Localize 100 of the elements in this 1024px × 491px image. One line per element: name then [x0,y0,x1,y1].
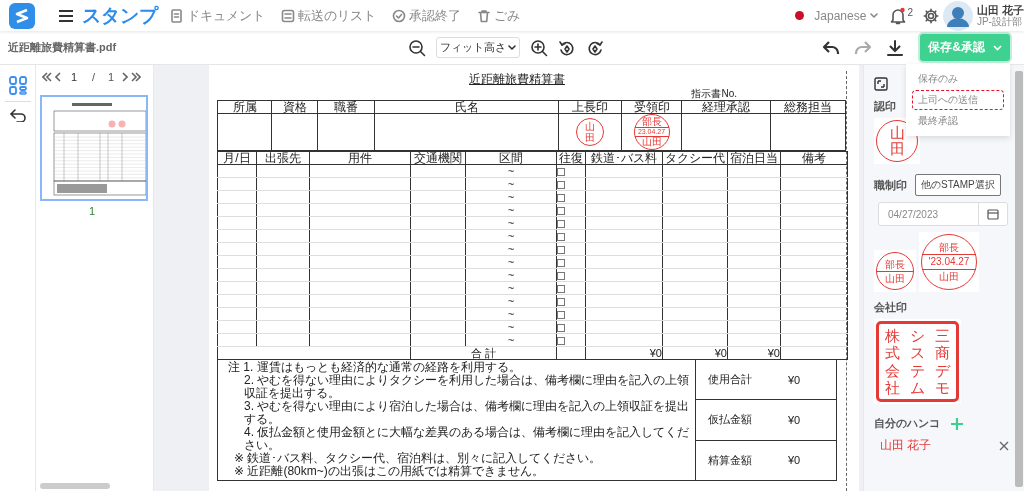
route-separator: ~ [507,243,515,255]
nav-link[interactable]: 承認終了 [392,6,461,25]
settings-icon[interactable] [922,7,939,24]
language-select[interactable]: Japanese [814,8,879,23]
route-separator: ~ [507,165,515,177]
select-stamp-button[interactable]: 他のSTAMP選択 [915,174,1001,196]
nav-link[interactable]: 転送のリスト [281,6,376,25]
column-header: 出張先 [256,151,310,165]
menu-item[interactable]: 上司への送信 [912,90,1004,110]
column-header: 用件 [309,151,411,165]
checkbox[interactable] [557,311,565,320]
total-value: ¥0 [767,347,780,359]
checkbox[interactable] [557,194,565,203]
note-text: ※ 近距離(80km~)の出張はこの用紙では精算できません。 [233,465,545,478]
page-number: 1 [87,205,97,217]
menu-icon[interactable] [58,8,74,23]
route-separator: ~ [507,230,515,242]
redo-icon[interactable] [854,39,873,56]
trash-icon [477,8,491,23]
total-value: ¥0 [714,347,727,359]
date-field[interactable]: 04/27/2023 [878,202,1008,226]
summary-label: 仮払金額 [708,412,753,428]
menu-item[interactable]: 保存のみ [912,69,1004,89]
table-header: 総務担当 [770,100,846,114]
table-header: 所属 [217,100,272,114]
first-page-icon[interactable] [42,72,52,82]
checkbox[interactable] [557,207,565,216]
file-name: 近距離旅費精算書.pdf [8,40,117,55]
note-text: 4. 仮払金額と使用金額とに大幅な差異のある場合は、備考欄に理由を記入してください。 [243,426,691,452]
table-header: 上長印 [558,100,622,114]
rotate-left-icon[interactable] [558,38,576,57]
bell-icon[interactable] [890,6,907,25]
chevron-down-icon [993,44,1002,51]
undo-icon[interactable] [822,39,841,56]
column-header: 往復 [556,151,586,165]
checkbox[interactable] [557,324,565,333]
checkbox[interactable] [557,298,565,307]
route-separator: ~ [507,204,515,216]
note-text: ※ 鉄道･バス料、タクシー代、宿泊料は、別々に記入してください。 [233,452,603,465]
previous-page-icon[interactable] [55,72,61,82]
company-seal-stamp[interactable]: 株式会社 システム 三商デモ [876,321,959,402]
rotate-right-icon[interactable] [586,38,604,57]
table-header: 氏名 [374,100,559,114]
checkbox[interactable] [557,272,565,281]
scrollbar[interactable] [1015,71,1023,487]
notification-count: 2 [907,6,913,18]
close-icon[interactable] [999,440,1009,451]
hanko-name[interactable]: 山田 花子 [874,437,932,454]
route-separator: ~ [507,308,515,320]
calendar-icon[interactable] [987,208,999,220]
nav-link[interactable]: ごみ [477,6,520,25]
column-header: 区間 [465,151,557,165]
summary-label: 精算金額 [708,452,753,468]
page-total: 1 [107,71,116,83]
next-page-icon[interactable] [122,72,129,82]
summary-value: ¥0 [788,454,801,467]
page-thumbnail[interactable] [40,95,148,201]
checkbox[interactable] [557,220,565,229]
zoom-in-icon[interactable] [530,38,548,57]
checkbox[interactable] [557,285,565,294]
column-header: タクシー代 [662,151,728,165]
check-circle-icon [392,8,406,23]
avatar-icon[interactable] [942,0,973,31]
checkbox[interactable] [557,337,565,346]
section-label: 認印 [874,99,896,114]
summary-value: ¥0 [788,373,801,386]
user-department: JP-設計部 [976,15,1022,28]
checkbox[interactable] [557,233,565,242]
summary-label: 使用合計 [708,372,753,388]
route-separator: ~ [507,321,515,333]
column-header: 鉄道･バス料 [585,151,663,165]
zoom-select[interactable]: フィット高さ [436,37,520,58]
section-label: 職制印 [874,177,907,193]
route-separator: ~ [507,217,515,229]
grid-icon[interactable] [7,75,28,95]
user-name: 山田 花子 [976,3,1024,16]
checkbox[interactable] [557,181,565,190]
nav-link[interactable]: ドキュメント [170,6,265,25]
checkbox[interactable] [557,259,565,268]
scrollbar[interactable] [40,483,110,489]
note-text: 3. やむを得ない理由により宿泊した場合は、備考欄に理由を記入の上領収証を提出する。 [243,400,691,426]
last-page-icon[interactable] [131,72,142,82]
table-header: 受領印 [621,100,682,114]
instruction-number-label: 指示書No. [690,88,737,100]
table-header: 経理承認 [681,100,771,114]
note-text: 2. やむを得ない理由によりタクシーを利用した場合は、備考欄に理由を記入の上領収証を提出する。 [243,374,691,400]
route-separator: ~ [507,295,515,307]
column-header: 月/日 [217,151,257,165]
chevron-down-icon [508,44,516,51]
download-icon[interactable] [886,38,905,57]
checkbox[interactable] [557,168,565,177]
route-separator: ~ [507,334,515,346]
route-separator: ~ [507,269,515,281]
flag-icon [795,11,805,20]
checkbox[interactable] [557,246,565,255]
expand-icon[interactable] [874,77,888,91]
back-arrow-icon[interactable] [8,108,27,122]
document-icon [170,8,184,23]
logo-icon[interactable] [8,1,36,30]
zoom-out-icon[interactable] [408,38,426,57]
